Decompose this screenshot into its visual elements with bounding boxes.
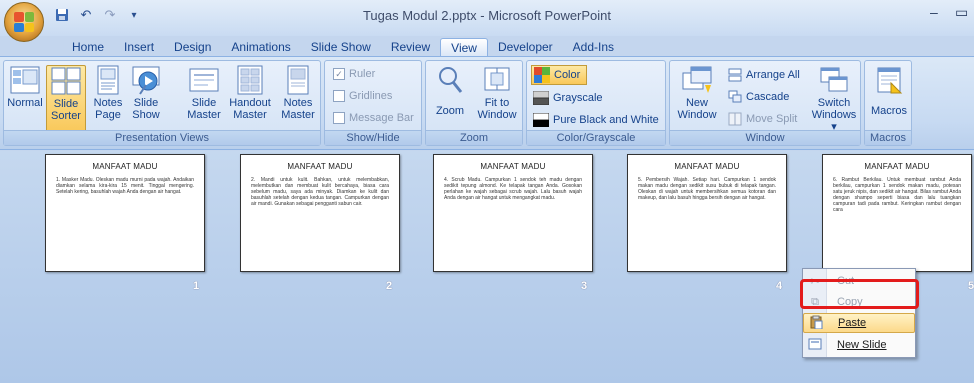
group-macros: Macros Macros [864, 60, 912, 146]
slide-body: 1. Masker Madu. Oleskan madu murni pada … [56, 177, 194, 195]
notes-page-button[interactable]: Notes Page [90, 65, 126, 121]
slide-title: MANFAAT MADU [674, 162, 740, 171]
arrange-all-icon [728, 68, 742, 82]
notes-page-icon [92, 65, 124, 95]
color-icon [534, 67, 550, 83]
cascade-button[interactable]: Cascade [728, 89, 789, 105]
switch-windows-button[interactable]: Switch Windows ▾ [810, 65, 858, 133]
group-show-hide: ✓ Ruler Gridlines Message Bar Show/Hide [324, 60, 422, 146]
slide-thumbnail[interactable]: MANFAAT MADU 6. Rambut Berkilau. Untuk m… [822, 154, 972, 272]
group-label-presentation-views: Presentation Views [4, 130, 320, 145]
macros-icon [873, 65, 905, 95]
normal-view-button[interactable]: Normal [6, 65, 44, 109]
magnifier-icon [434, 65, 466, 95]
slide-number: 2 [386, 280, 393, 292]
tab-design[interactable]: Design [164, 38, 221, 56]
message-bar-checkbox[interactable]: Message Bar [333, 110, 414, 126]
pure-black-white-button[interactable]: Pure Black and White [533, 112, 659, 128]
notes-master-icon [282, 65, 314, 95]
zoom-button[interactable]: Zoom [430, 65, 470, 117]
grayscale-icon [533, 91, 549, 105]
tab-slide-show[interactable]: Slide Show [301, 38, 381, 56]
slide-number: 4 [776, 280, 783, 292]
new-slide-icon [803, 338, 827, 353]
slide-number: 3 [581, 280, 588, 292]
slide-sorter-button[interactable]: Slide Sorter [46, 65, 86, 133]
restore-button[interactable]: ▭ [955, 4, 968, 21]
slide-show-button[interactable]: Slide Show [128, 65, 164, 121]
grayscale-button[interactable]: Grayscale [533, 90, 603, 106]
slide-master-button[interactable]: Slide Master [186, 65, 222, 121]
highlight-box [800, 279, 919, 309]
cascade-icon [728, 90, 742, 103]
slide-body: 5. Pembersih Wajah. Setiap hari. Campurk… [638, 177, 776, 201]
fit-to-window-button[interactable]: Fit to Window [474, 65, 520, 121]
group-label-window: Window [670, 130, 860, 145]
group-color-grayscale: Color Grayscale Pure Black and White Col… [526, 60, 666, 146]
menu-item-paste[interactable]: Paste [803, 313, 915, 333]
color-button[interactable]: Color [531, 65, 588, 85]
ribbon: Normal Slide Sorter Notes Page Slide Sho… [0, 56, 974, 150]
slide-number: 1 [193, 280, 200, 292]
title-bar: ↶ ↷ ▾ Tugas Modul 2.pptx - Microsoft Pow… [0, 0, 974, 42]
notes-master-button[interactable]: Notes Master [278, 65, 318, 121]
slide-body: 6. Rambut Berkilau. Untuk membuat rambut… [833, 177, 961, 213]
slide-title: MANFAAT MADU [287, 162, 353, 171]
office-logo-icon [14, 12, 34, 32]
clipboard-paste-icon [804, 315, 828, 332]
tab-animations[interactable]: Animations [221, 38, 300, 56]
group-zoom: Zoom Fit to Window Zoom [425, 60, 523, 146]
move-split-icon [728, 112, 742, 126]
slide-thumbnail[interactable]: MANFAAT MADU 1. Masker Madu. Oleskan mad… [45, 154, 205, 272]
slide-body: 2. Mandi untuk kulit. Bahkan, untuk mele… [251, 177, 389, 207]
arrange-all-button[interactable]: Arrange All [728, 67, 800, 83]
move-split-button[interactable]: Move Split [728, 111, 797, 127]
tab-developer[interactable]: Developer [488, 38, 563, 56]
tab-view[interactable]: View [440, 38, 488, 56]
slide-thumbnail[interactable]: MANFAAT MADU 4. Scrub Madu. Campurkan 1 … [433, 154, 593, 272]
slide-master-icon [188, 65, 220, 95]
slide-show-icon [130, 65, 162, 95]
normal-view-icon [9, 65, 41, 95]
ruler-checkbox[interactable]: ✓ Ruler [333, 66, 375, 82]
slide-thumbnail[interactable]: MANFAAT MADU 5. Pembersih Wajah. Setiap … [627, 154, 787, 272]
new-window-icon [681, 65, 713, 95]
slide-body: 4. Scrub Madu. Campurkan 1 sendok teh ma… [444, 177, 582, 201]
group-presentation-views: Normal Slide Sorter Notes Page Slide Sho… [3, 60, 321, 146]
fit-to-window-icon [481, 65, 513, 95]
group-label-show-hide: Show/Hide [325, 130, 421, 145]
group-label-color-grayscale: Color/Grayscale [527, 130, 665, 145]
black-white-icon [533, 113, 549, 127]
slide-title: MANFAAT MADU [864, 162, 930, 171]
ribbon-tabs: Home Insert Design Animations Slide Show… [52, 38, 624, 56]
tab-add-ins[interactable]: Add-Ins [563, 38, 624, 56]
tab-review[interactable]: Review [381, 38, 440, 56]
group-label-zoom: Zoom [426, 130, 522, 145]
minimize-button[interactable]: – [930, 4, 938, 20]
group-window: New Window Arrange All Cascade Move Spli… [669, 60, 861, 146]
slide-thumbnail[interactable]: MANFAAT MADU 2. Mandi untuk kulit. Bahka… [240, 154, 400, 272]
window-title: Tugas Modul 2.pptx - Microsoft PowerPoin… [362, 8, 612, 23]
group-label-macros: Macros [865, 130, 911, 145]
new-window-button[interactable]: New Window [674, 65, 720, 121]
gridlines-checkbox[interactable]: Gridlines [333, 88, 392, 104]
tab-home[interactable]: Home [62, 38, 114, 56]
macros-button[interactable]: Macros [869, 65, 909, 117]
slide-title: MANFAAT MADU [480, 162, 546, 171]
handout-master-button[interactable]: Handout Master [226, 65, 274, 121]
checkmark-icon: ✓ [333, 68, 345, 80]
handout-master-icon [234, 65, 266, 95]
slide-number: 5 [968, 280, 974, 292]
menu-item-new-slide[interactable]: New Slide [803, 335, 915, 355]
switch-windows-icon [818, 65, 850, 95]
slide-sorter-icon [50, 66, 82, 96]
office-button[interactable] [4, 2, 44, 42]
tab-insert[interactable]: Insert [114, 38, 164, 56]
slide-title: MANFAAT MADU [92, 162, 158, 171]
